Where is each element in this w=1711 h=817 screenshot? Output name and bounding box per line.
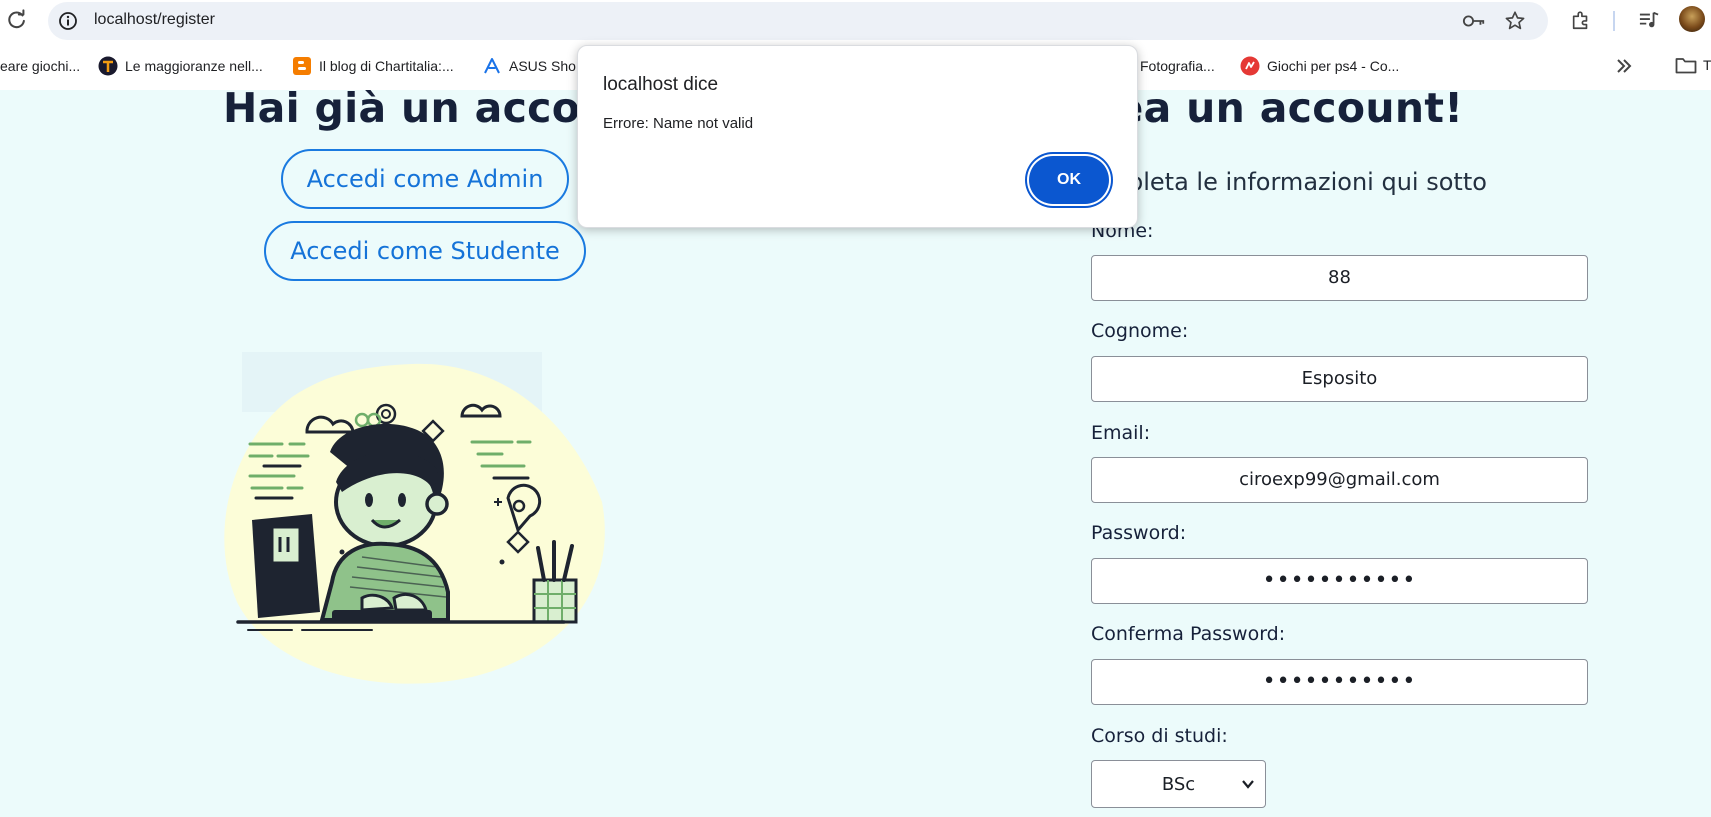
url-text[interactable]: localhost/register xyxy=(94,11,215,29)
student-computer-illustration xyxy=(224,352,605,684)
course-label: Corso di studi: xyxy=(1091,725,1228,747)
bookmark-folder-label[interactable]: T xyxy=(1703,57,1711,73)
bookmark-label: Giochi per ps4 - Co... xyxy=(1267,58,1400,74)
bookmark-item[interactable]: Giochi per ps4 - Co... xyxy=(1240,55,1399,77)
course-select[interactable]: BSc xyxy=(1091,760,1266,808)
more-bookmarks-chevron-icon[interactable] xyxy=(1614,56,1634,76)
reload-icon[interactable] xyxy=(6,9,28,31)
surname-label: Cognome: xyxy=(1091,320,1189,342)
password-key-icon[interactable] xyxy=(1462,12,1486,30)
site-info-icon[interactable] xyxy=(58,11,78,31)
login-admin-button[interactable]: Accedi come Admin xyxy=(281,149,569,209)
bookmark-label: Fotografia... xyxy=(1140,58,1215,74)
bookmark-item[interactable]: ASUS Sho xyxy=(482,55,576,77)
extensions-puzzle-icon[interactable] xyxy=(1570,9,1592,31)
tp-logo-icon xyxy=(98,56,118,76)
address-bar[interactable]: localhost/register xyxy=(48,2,1548,40)
toolbar-separator xyxy=(1613,11,1615,31)
surname-input[interactable]: Esposito xyxy=(1091,356,1588,402)
form-subtitle: pleta le informazioni qui sotto xyxy=(1128,168,1487,196)
bookmark-item[interactable]: Le maggioranze nell... xyxy=(98,55,263,77)
bookmark-label: Il blog di Chartitalia:... xyxy=(319,58,454,74)
confirm-password-label: Conferma Password: xyxy=(1091,623,1286,645)
register-heading: rea un account! xyxy=(1095,90,1464,132)
ok-button[interactable]: OK xyxy=(1029,156,1109,204)
email-label: Email: xyxy=(1091,422,1151,444)
bookmark-label: ASUS Sho xyxy=(509,58,576,74)
bookmark-item[interactable]: Il blog di Chartitalia:... xyxy=(292,55,454,77)
bookmark-label: eare giochi... xyxy=(0,58,81,74)
bookmark-star-icon[interactable] xyxy=(1504,10,1526,32)
bookmark-folder-icon[interactable] xyxy=(1675,55,1697,75)
browser-toolbar: localhost/register xyxy=(0,0,1711,42)
blogger-icon xyxy=(293,57,311,75)
media-control-icon[interactable] xyxy=(1638,10,1660,30)
bookmark-item[interactable]: Fotografia... xyxy=(1140,55,1215,77)
bookmark-item[interactable]: eare giochi... xyxy=(0,55,80,77)
asus-icon xyxy=(484,58,500,74)
login-student-button[interactable]: Accedi come Studente xyxy=(264,221,586,281)
password-input[interactable]: ••••••••••• xyxy=(1091,558,1588,604)
red-site-icon xyxy=(1240,56,1260,76)
name-input[interactable]: 88 xyxy=(1091,255,1588,301)
alert-dialog: localhost dice Errore: Name not valid OK xyxy=(577,45,1138,228)
dialog-title: localhost dice xyxy=(603,74,719,95)
profile-avatar[interactable] xyxy=(1679,6,1705,32)
dialog-message: Errore: Name not valid xyxy=(603,115,754,132)
course-select-value: BSc xyxy=(1161,773,1196,795)
confirm-password-input[interactable]: ••••••••••• xyxy=(1091,659,1588,705)
password-label: Password: xyxy=(1091,522,1187,544)
email-input[interactable]: ciroexp99@gmail.com xyxy=(1091,457,1588,503)
bookmark-label: Le maggioranze nell... xyxy=(125,58,263,74)
chevron-down-icon xyxy=(1242,780,1254,789)
